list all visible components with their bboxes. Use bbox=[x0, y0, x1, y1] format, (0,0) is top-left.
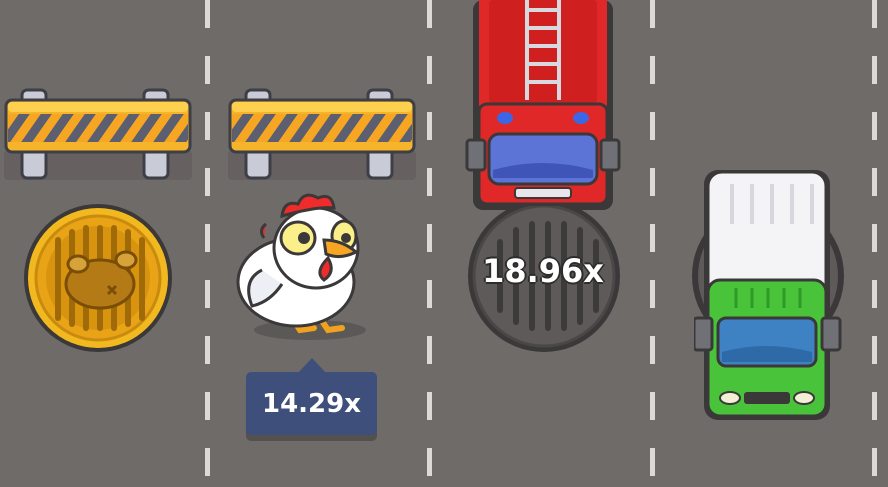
lane-marking-2 bbox=[427, 0, 432, 487]
lane-marking-1 bbox=[205, 0, 210, 487]
roast-chicken-coin-icon bbox=[24, 204, 172, 352]
green-delivery-truck-icon bbox=[694, 170, 842, 420]
lane-marking-3 bbox=[650, 0, 655, 487]
current-multiplier-badge: 14.29x bbox=[246, 372, 377, 435]
lane-marking-4 bbox=[872, 0, 877, 487]
fire-truck-icon bbox=[465, 0, 621, 210]
chicken-character-icon bbox=[236, 193, 366, 340]
road-barrier-icon bbox=[4, 88, 192, 180]
road-barrier-icon bbox=[228, 88, 416, 180]
next-multiplier-label: 18.96x bbox=[482, 252, 604, 290]
